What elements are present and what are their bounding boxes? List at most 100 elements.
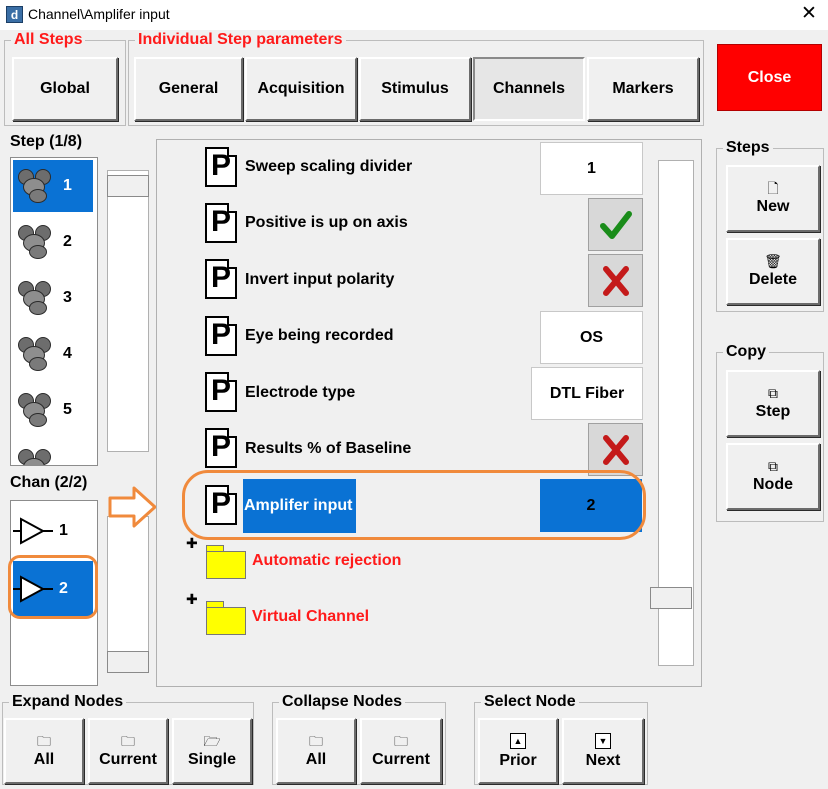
prior-node-label: Prior: [499, 751, 537, 769]
cross-icon: [602, 265, 629, 296]
node-automatic-rejection[interactable]: Automatic rejection: [252, 552, 401, 570]
param-label-invert: Invert input polarity: [245, 271, 395, 288]
folder-icon: [206, 601, 246, 635]
step-item-3[interactable]: 3: [13, 272, 93, 324]
mouse-icon: [15, 277, 57, 319]
arrow-down-icon: ▼: [595, 732, 611, 749]
step-item-4[interactable]: 4: [13, 328, 93, 380]
param-label-results: Results % of Baseline: [245, 440, 412, 457]
step-item-2[interactable]: 2: [13, 216, 93, 268]
step-item-label: 4: [63, 345, 72, 362]
chan-item-1[interactable]: 1: [13, 505, 93, 557]
mouse-icon: [15, 165, 57, 207]
arrow-up-icon: ▲: [510, 732, 526, 749]
expand-single-button[interactable]: 🗁 Single: [172, 718, 252, 784]
mouse-icon: [15, 445, 57, 465]
positive-up-checkbox[interactable]: [588, 198, 643, 251]
annotation-arrow-icon: [108, 486, 157, 528]
individual-step-label: Individual Step parameters: [135, 31, 346, 49]
parameter-icon: P: [205, 316, 237, 356]
mouse-icon: [15, 221, 57, 263]
step-list[interactable]: 1 2 3 4 5: [10, 157, 98, 466]
mouse-icon: [15, 333, 57, 375]
param-label-sweep-scaling: Sweep scaling divider: [245, 158, 413, 175]
folder-icon: [206, 545, 246, 579]
delete-step-button[interactable]: 🗑 Delete: [726, 238, 820, 305]
next-node-button[interactable]: ▼ Next: [562, 718, 644, 784]
annotation-ring-param: [182, 470, 646, 540]
expand-plus-icon[interactable]: ✚: [186, 535, 198, 552]
results-baseline-checkbox[interactable]: [588, 423, 643, 476]
folders-icon: 🗀: [37, 732, 51, 749]
scroll-thumb[interactable]: [107, 651, 149, 673]
steps-group-label: Steps: [723, 139, 773, 157]
prior-node-button[interactable]: ▲ Prior: [478, 718, 558, 784]
invert-polarity-checkbox[interactable]: [588, 254, 643, 307]
expand-plus-icon[interactable]: ✚: [186, 591, 198, 608]
delete-step-label: Delete: [748, 271, 798, 288]
parameter-icon: P: [205, 428, 237, 468]
global-button[interactable]: Global: [12, 57, 118, 121]
copy-node-label: Node: [753, 476, 793, 493]
window-title: Channel\Amplifer input: [28, 6, 170, 22]
chan-list-scrollbar[interactable]: [107, 516, 149, 673]
title-bar: d Channel\Amplifer input ✕: [0, 0, 828, 30]
expand-all-button[interactable]: 🗀 All: [4, 718, 84, 784]
window-close-icon[interactable]: ✕: [798, 3, 820, 25]
new-document-icon: 🗋: [767, 180, 779, 196]
electrode-type-field[interactable]: DTL Fiber: [531, 367, 643, 420]
sweep-scaling-field[interactable]: 1: [540, 142, 643, 195]
scroll-thumb[interactable]: [107, 175, 149, 197]
tab-acquisition[interactable]: Acquisition: [245, 57, 357, 121]
all-steps-label: All Steps: [11, 31, 86, 49]
copy-step-label: Step: [755, 403, 791, 420]
trash-icon: 🗑: [764, 253, 782, 269]
collapse-all-button[interactable]: 🗀 All: [276, 718, 356, 784]
copy-step-button[interactable]: ⧉ Step: [726, 370, 820, 437]
new-step-button[interactable]: 🗋 New: [726, 165, 820, 232]
eye-recorded-field[interactable]: OS: [540, 311, 643, 364]
expand-nodes-label: Expand Nodes: [9, 693, 127, 711]
select-node-label: Select Node: [481, 693, 579, 711]
step-item-label: 3: [63, 289, 72, 306]
close-button[interactable]: Close: [717, 44, 822, 111]
collapse-all-label: All: [305, 750, 327, 768]
step-item-partial: [13, 440, 93, 465]
tab-channels[interactable]: Channels: [473, 57, 585, 121]
tree-scrollbar[interactable]: [650, 160, 694, 666]
mouse-icon: [15, 389, 57, 431]
tab-stimulus[interactable]: Stimulus: [359, 57, 471, 121]
copy-pages-icon: ⧉: [768, 385, 778, 401]
collapse-current-button[interactable]: 🗀 Current: [360, 718, 442, 784]
amplifier-icon: [13, 517, 53, 545]
scroll-thumb[interactable]: [650, 587, 692, 609]
chan-list-label: Chan (2/2): [10, 474, 88, 491]
copy-node-button[interactable]: ⧉ Node: [726, 443, 820, 510]
node-virtual-channel[interactable]: Virtual Channel: [252, 608, 369, 626]
copy-group-label: Copy: [723, 343, 769, 361]
expand-current-button[interactable]: 🗀 Current: [88, 718, 168, 784]
step-item-1[interactable]: 1: [13, 160, 93, 212]
new-step-label: New: [756, 198, 790, 215]
parameter-icon: P: [205, 259, 237, 299]
expand-current-label: Current: [99, 750, 157, 768]
app-icon: d: [6, 6, 23, 23]
cross-icon: [602, 434, 629, 465]
expand-all-label: All: [33, 750, 55, 768]
step-list-scrollbar[interactable]: [107, 170, 149, 452]
tab-markers[interactable]: Markers: [587, 57, 699, 121]
chan-item-label: 1: [59, 522, 68, 539]
folders-icon: 🗀: [121, 732, 135, 749]
copy-pages-icon: ⧉: [768, 458, 778, 474]
step-item-label: 1: [63, 177, 72, 194]
step-list-label: Step (1/8): [10, 133, 83, 150]
tab-general[interactable]: General: [134, 57, 243, 121]
parameter-icon: P: [205, 147, 237, 187]
param-label-electrode: Electrode type: [245, 384, 356, 401]
annotation-ring-chan: [8, 555, 98, 619]
parameter-icon: P: [205, 372, 237, 412]
open-folder-icon: 🗁: [203, 732, 221, 749]
collapse-current-label: Current: [372, 750, 430, 768]
step-item-5[interactable]: 5: [13, 384, 93, 436]
param-label-eye: Eye being recorded: [245, 327, 394, 344]
